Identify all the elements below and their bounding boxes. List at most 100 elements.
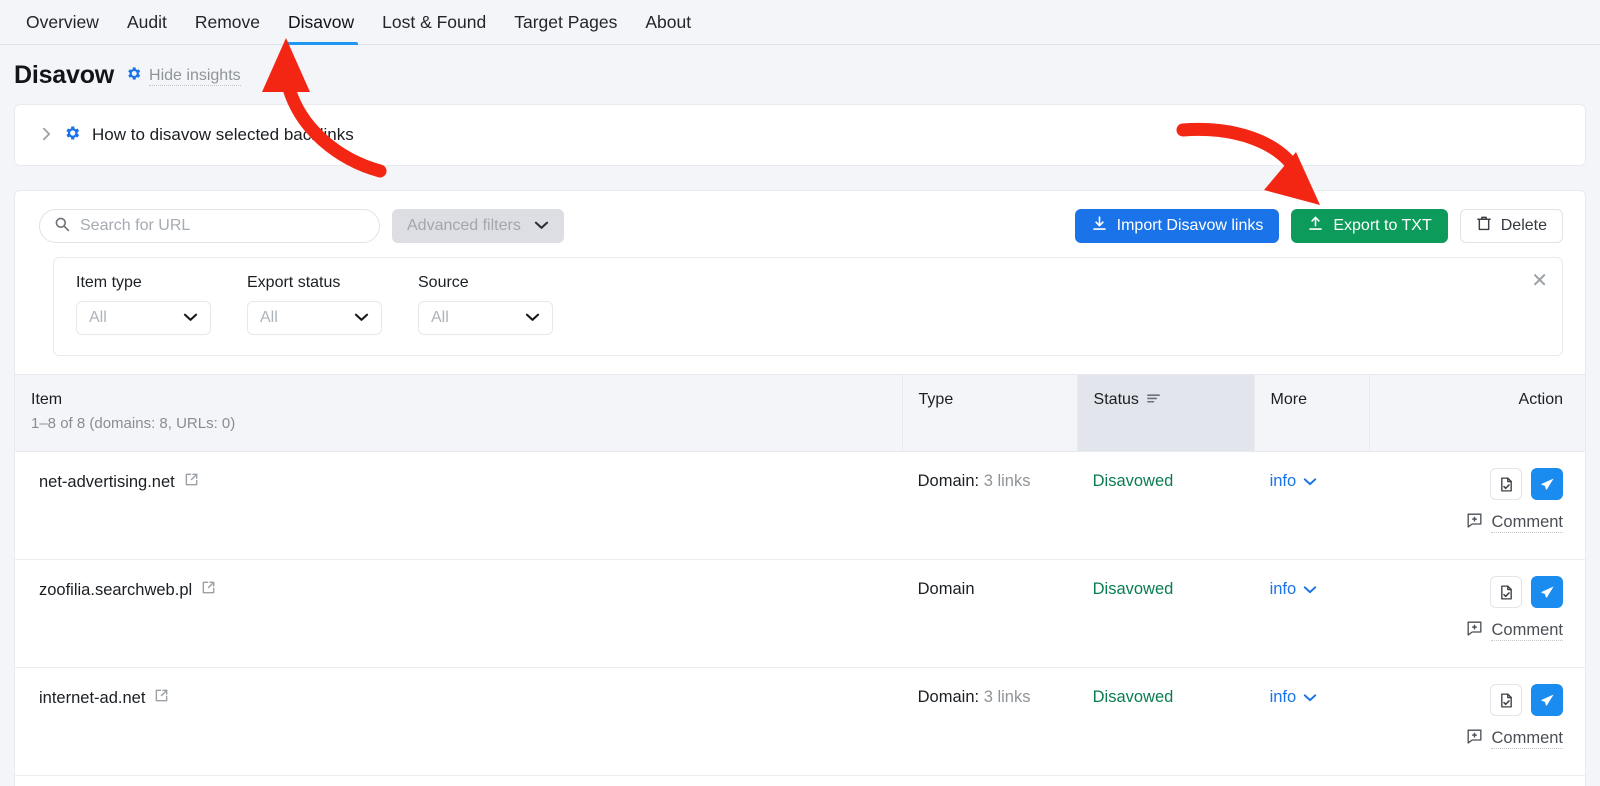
delete-label: Delete xyxy=(1500,217,1547,234)
advanced-filters-label: Advanced filters xyxy=(407,217,521,234)
chevron-right-icon[interactable] xyxy=(41,126,52,145)
item-external-link[interactable]: net-advertising.net xyxy=(39,472,902,492)
item-external-link[interactable]: internet-ad.net xyxy=(39,688,902,708)
close-icon[interactable]: ✕ xyxy=(1531,271,1548,291)
disavow-table: Item 1–8 of 8 (domains: 8, URLs: 0) Type… xyxy=(15,374,1585,776)
nav-item-target-pages[interactable]: Target Pages xyxy=(500,0,631,45)
column-header-action: Action xyxy=(1368,375,1585,451)
item-count-summary: 1–8 of 8 (domains: 8, URLs: 0) xyxy=(31,415,236,432)
status-badge: Disavowed xyxy=(1092,580,1174,598)
item-label: internet-ad.net xyxy=(39,688,146,707)
delete-button[interactable]: Delete xyxy=(1459,209,1563,243)
nav-label: Audit xyxy=(126,11,167,32)
cell-action: Comment xyxy=(1369,452,1585,559)
export-to-txt-button[interactable]: Export to TXT xyxy=(1291,209,1448,243)
comment-button[interactable]: Comment xyxy=(1466,620,1564,642)
filter-panel: Item type All Export status All Source A… xyxy=(53,257,1563,356)
info-dropdown[interactable]: info xyxy=(1270,580,1318,599)
nav-label: Lost & Found xyxy=(382,11,487,32)
chevron-down-icon xyxy=(534,217,549,235)
hide-insights-label: Hide insights xyxy=(149,66,241,86)
type-label: Domain: xyxy=(917,472,980,490)
search-icon xyxy=(54,216,70,237)
column-label: Type xyxy=(918,391,954,408)
column-label: Item xyxy=(31,391,63,408)
external-link-icon[interactable] xyxy=(201,580,216,600)
nav-item-disavow[interactable]: Disavow xyxy=(274,0,368,45)
info-label: info xyxy=(1269,580,1297,598)
nav-label: About xyxy=(645,11,692,32)
item-label: net-advertising.net xyxy=(39,472,175,491)
send-icon[interactable] xyxy=(1531,468,1564,500)
comment-button[interactable]: Comment xyxy=(1466,512,1564,534)
external-link-icon[interactable] xyxy=(184,472,199,492)
trash-icon xyxy=(1476,215,1492,237)
table-row: zoofilia.searchweb.pl Domain Disavowed i… xyxy=(15,560,1585,668)
cell-action: Comment xyxy=(1369,560,1585,667)
nav-label: Disavow xyxy=(288,11,355,32)
type-label: Domain: xyxy=(917,688,980,706)
column-label: Status xyxy=(1093,391,1139,408)
external-link-icon[interactable] xyxy=(154,688,169,708)
hide-insights-toggle[interactable]: Hide insights xyxy=(125,65,241,87)
chevron-down-icon xyxy=(1303,472,1317,491)
info-label: info xyxy=(1269,688,1297,706)
comment-button[interactable]: Comment xyxy=(1466,728,1564,750)
cell-type: Domain xyxy=(902,560,1077,667)
cell-item: internet-ad.net xyxy=(15,668,902,775)
filter-label: Export status xyxy=(247,274,341,291)
column-label: More xyxy=(1270,391,1307,408)
import-label: Import Disavow links xyxy=(1116,217,1264,234)
cell-status: Disavowed xyxy=(1077,668,1254,775)
nav-item-lost-and-found[interactable]: Lost & Found xyxy=(368,0,500,45)
column-header-status[interactable]: Status xyxy=(1076,375,1254,451)
info-label: info xyxy=(1269,472,1297,490)
disavow-panel: Advanced filters Import Disavow links Ex… xyxy=(14,190,1586,786)
row-action-buttons xyxy=(1490,576,1564,608)
document-check-icon[interactable] xyxy=(1490,576,1523,608)
export-status-select[interactable]: All xyxy=(247,301,382,335)
column-header-item[interactable]: Item 1–8 of 8 (domains: 8, URLs: 0) xyxy=(15,375,902,451)
select-value: All xyxy=(260,309,278,326)
sort-descending-icon[interactable] xyxy=(1146,391,1161,409)
document-check-icon[interactable] xyxy=(1490,468,1523,500)
advanced-filters-button[interactable]: Advanced filters xyxy=(392,209,564,243)
source-select[interactable]: All xyxy=(418,301,553,335)
nav-item-overview[interactable]: Overview xyxy=(12,0,113,45)
comment-add-icon xyxy=(1466,620,1483,642)
column-header-type[interactable]: Type xyxy=(901,375,1077,451)
insights-title: How to disavow selected backlinks xyxy=(92,125,354,144)
item-label: zoofilia.searchweb.pl xyxy=(39,580,193,599)
filter-label: Item type xyxy=(76,274,142,291)
insights-panel[interactable]: How to disavow selected backlinks xyxy=(14,104,1586,166)
item-external-link[interactable]: zoofilia.searchweb.pl xyxy=(39,580,902,600)
search-box[interactable] xyxy=(39,209,380,243)
table-row: internet-ad.net Domain: 3 links Disavowe… xyxy=(15,668,1585,776)
document-check-icon[interactable] xyxy=(1490,684,1523,716)
import-disavow-links-button[interactable]: Import Disavow links xyxy=(1074,209,1280,243)
cell-type: Domain: 3 links xyxy=(902,668,1077,775)
nav-item-remove[interactable]: Remove xyxy=(181,0,274,45)
nav-label: Target Pages xyxy=(514,11,618,32)
info-dropdown[interactable]: info xyxy=(1270,688,1318,707)
info-dropdown[interactable]: info xyxy=(1270,472,1318,491)
filter-label: Source xyxy=(418,274,469,291)
send-icon[interactable] xyxy=(1531,576,1564,608)
download-icon xyxy=(1091,215,1108,237)
type-link-count: 3 links xyxy=(983,472,1031,490)
filter-source: Source All xyxy=(418,274,553,355)
send-icon[interactable] xyxy=(1531,684,1564,716)
item-type-select[interactable]: All xyxy=(76,301,211,335)
type-link-count: 3 links xyxy=(983,688,1031,706)
nav-item-about[interactable]: About xyxy=(631,0,705,45)
comment-label: Comment xyxy=(1491,729,1564,749)
filter-export-status: Export status All xyxy=(247,274,382,355)
cell-more: info xyxy=(1254,560,1369,667)
filter-item-type: Item type All xyxy=(76,274,211,355)
search-input[interactable] xyxy=(80,217,365,235)
column-header-more[interactable]: More xyxy=(1253,375,1369,451)
status-badge: Disavowed xyxy=(1092,472,1174,490)
chevron-down-icon xyxy=(354,309,369,327)
row-action-buttons xyxy=(1490,684,1564,716)
nav-item-audit[interactable]: Audit xyxy=(113,0,181,45)
